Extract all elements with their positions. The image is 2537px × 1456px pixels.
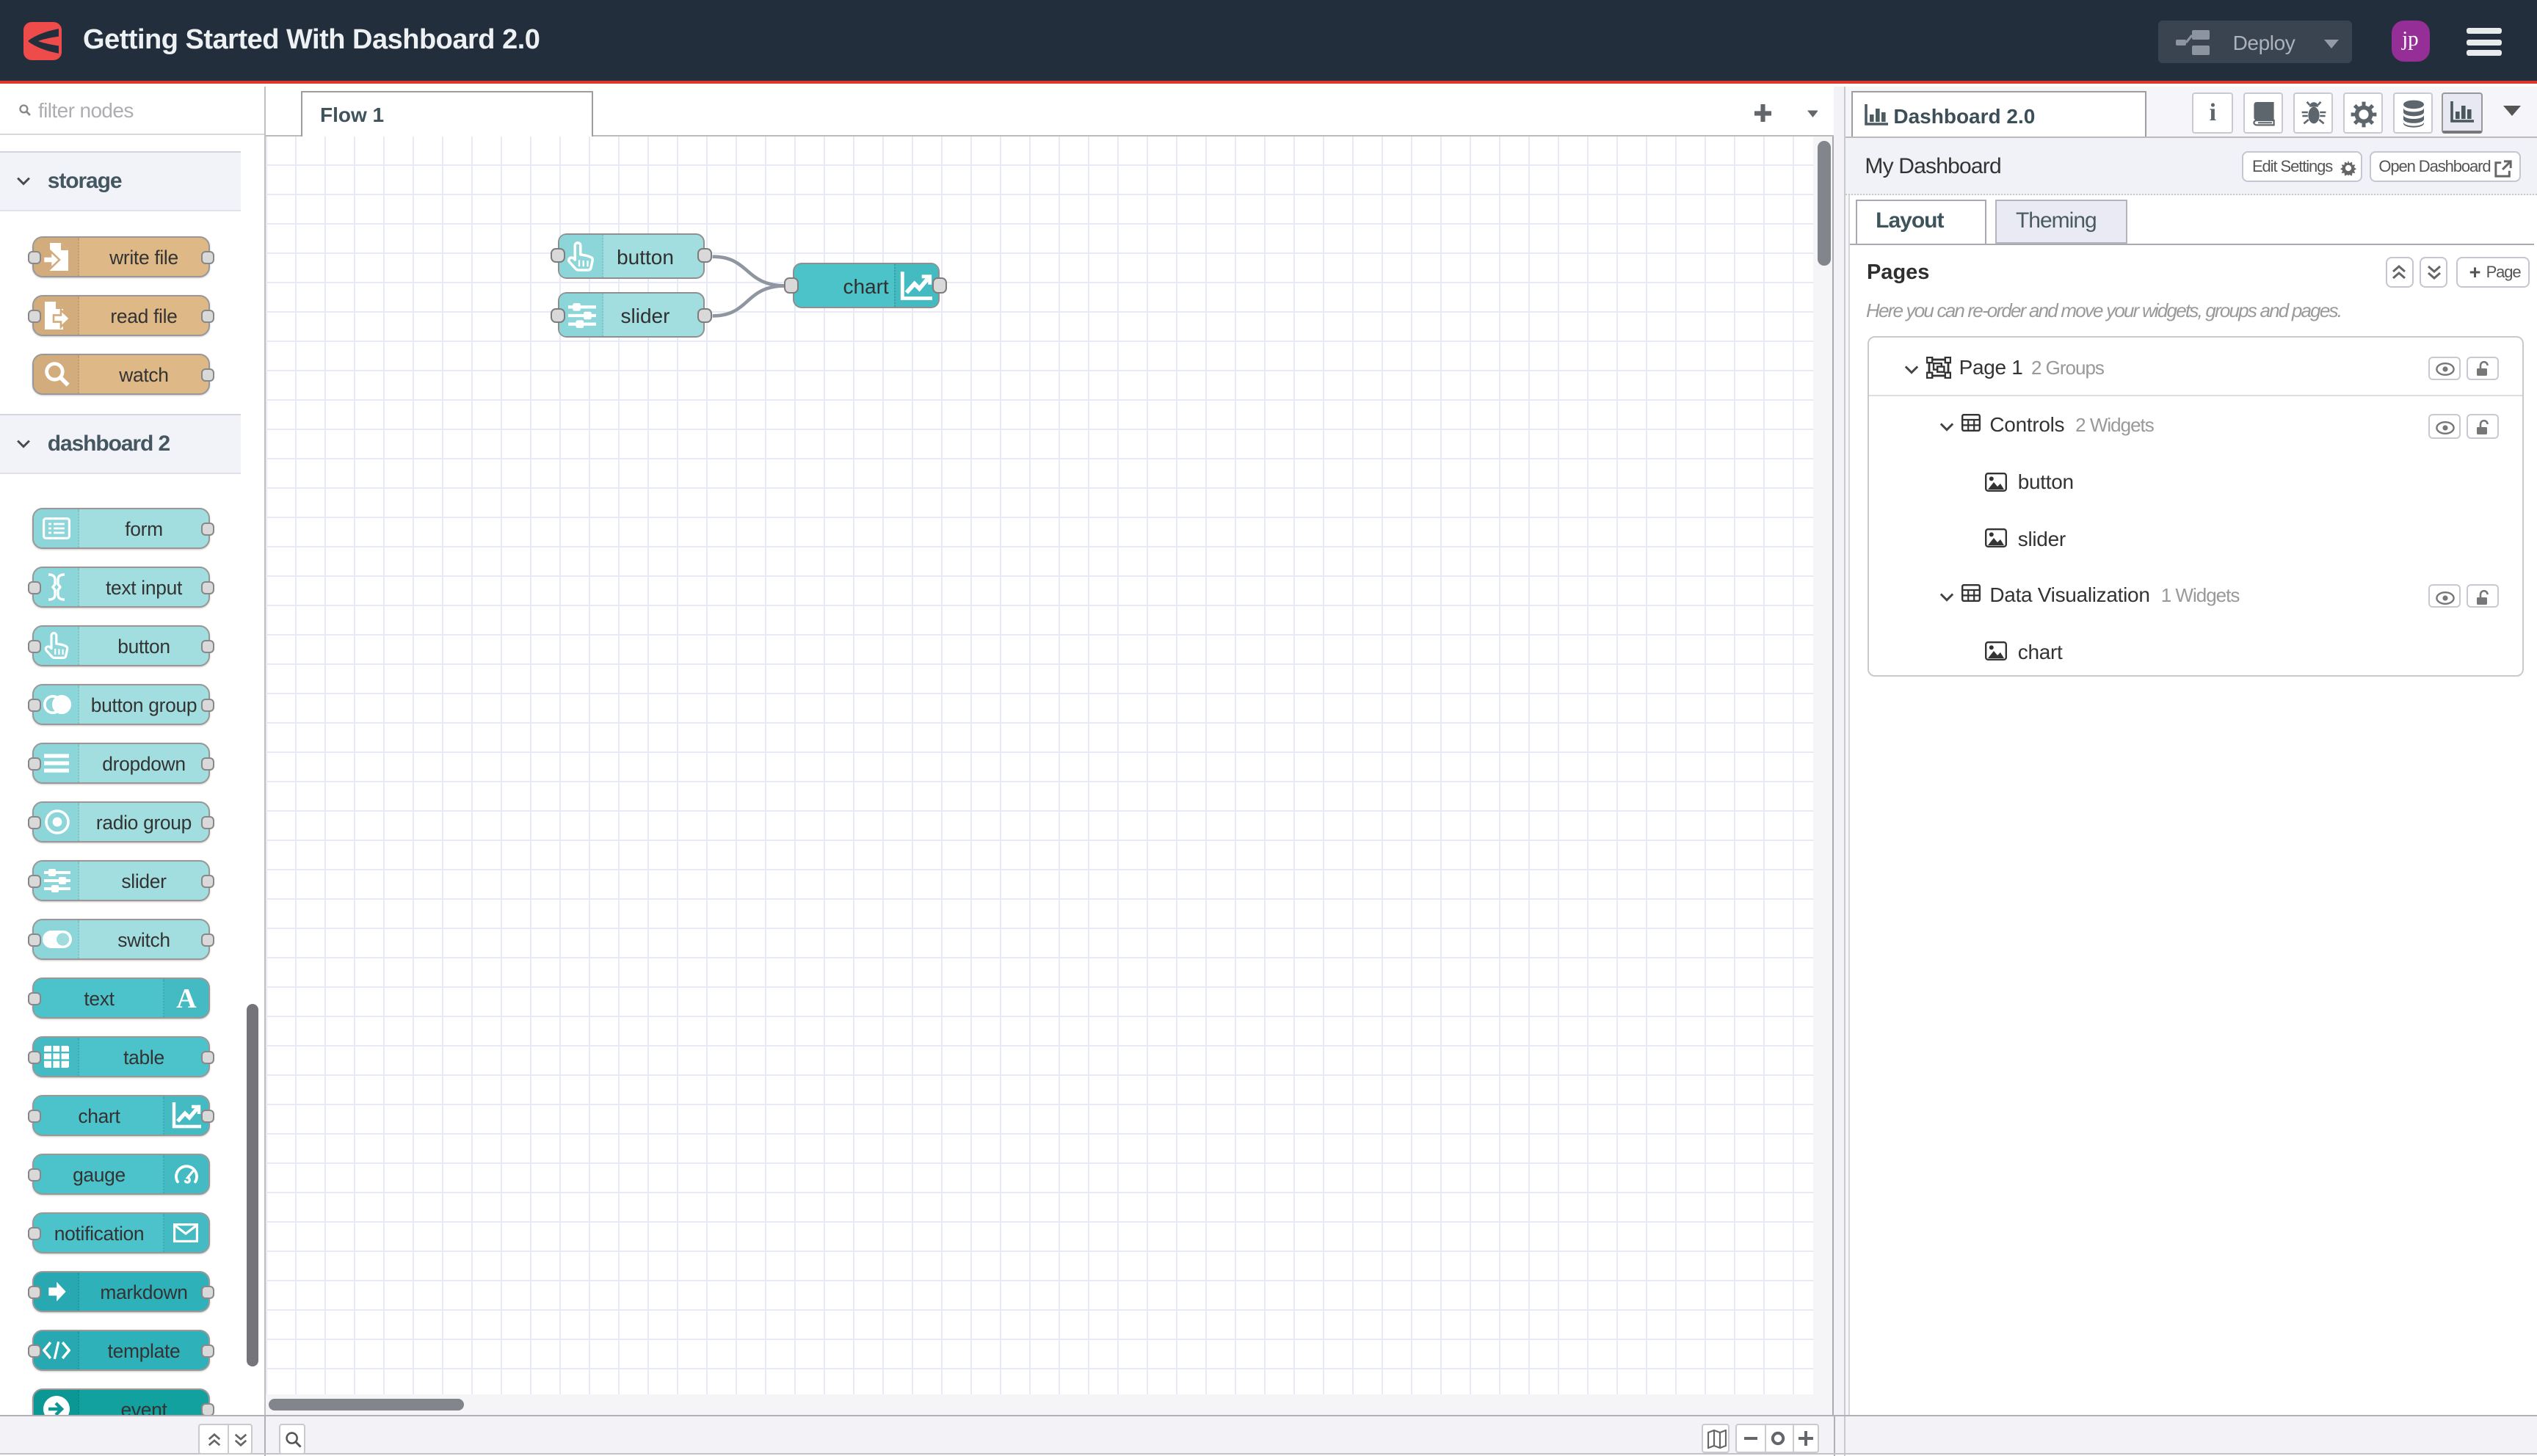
svg-text:A: A: [176, 984, 197, 1012]
